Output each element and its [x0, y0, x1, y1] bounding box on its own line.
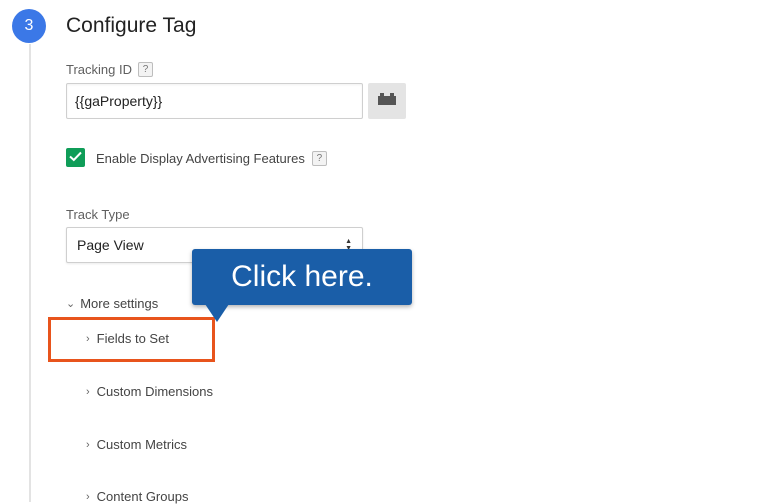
help-icon[interactable]: ? — [311, 151, 327, 166]
section-label: Custom Dimensions — [96, 384, 213, 399]
callout-tooltip: Click here. — [192, 249, 412, 305]
section-custom-dimensions[interactable]: › Custom Dimensions — [86, 384, 213, 399]
tracking-id-label: Tracking ID — [66, 62, 132, 77]
chevron-right-icon: › — [86, 438, 90, 451]
track-type-label: Track Type — [66, 207, 130, 222]
variable-picker-button[interactable] — [368, 83, 406, 119]
chevron-down-icon: ⌄ — [66, 298, 76, 310]
more-settings-label: More settings — [80, 296, 159, 311]
check-icon — [69, 149, 82, 167]
display-advertising-checkbox[interactable] — [66, 148, 85, 167]
lego-block-icon — [377, 92, 397, 111]
chevron-right-icon: › — [86, 490, 90, 503]
display-advertising-label-row: Enable Display Advertising Features ? — [96, 151, 327, 166]
more-settings-toggle[interactable]: ⌄ More settings — [66, 296, 158, 311]
page-title: Configure Tag — [66, 14, 197, 37]
tracking-id-label-row: Tracking ID ? — [66, 62, 153, 77]
track-type-value: Page View — [77, 237, 144, 253]
callout-pointer — [205, 304, 229, 322]
chevron-right-icon: › — [86, 385, 90, 398]
help-icon[interactable]: ? — [137, 62, 153, 77]
tracking-id-input[interactable] — [66, 83, 363, 119]
section-custom-metrics[interactable]: › Custom Metrics — [86, 437, 187, 452]
step-number-badge: 3 — [12, 9, 46, 43]
display-advertising-label: Enable Display Advertising Features — [96, 151, 305, 166]
section-label: Custom Metrics — [96, 437, 187, 452]
step-connector-line — [29, 44, 31, 502]
highlight-box — [48, 317, 215, 362]
